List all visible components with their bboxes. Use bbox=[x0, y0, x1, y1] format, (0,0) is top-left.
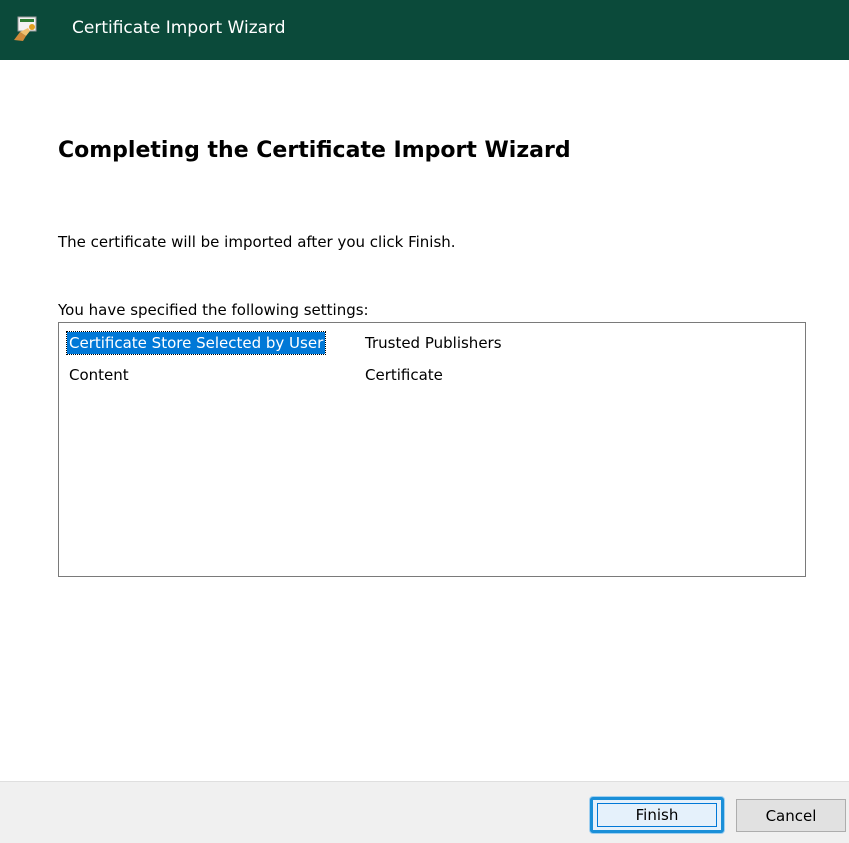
info-text: The certificate will be imported after y… bbox=[58, 233, 456, 251]
cancel-button[interactable]: Cancel bbox=[736, 799, 846, 832]
setting-value: Trusted Publishers bbox=[365, 334, 502, 352]
setting-key: Certificate Store Selected by User bbox=[65, 331, 327, 355]
window-title: Certificate Import Wizard bbox=[72, 18, 286, 38]
button-bar: Finish Cancel bbox=[0, 781, 849, 843]
page-heading: Completing the Certificate Import Wizard bbox=[58, 138, 571, 163]
setting-value: Certificate bbox=[365, 366, 443, 384]
settings-list[interactable]: Certificate Store Selected by User Trust… bbox=[58, 322, 806, 577]
finish-button-label: Finish bbox=[597, 803, 717, 827]
setting-key: Content bbox=[69, 366, 129, 384]
title-bar[interactable]: Certificate Import Wizard bbox=[0, 0, 849, 60]
settings-label: You have specified the following setting… bbox=[58, 301, 369, 319]
certificate-wizard-icon bbox=[14, 16, 37, 41]
finish-button[interactable]: Finish bbox=[590, 797, 724, 833]
